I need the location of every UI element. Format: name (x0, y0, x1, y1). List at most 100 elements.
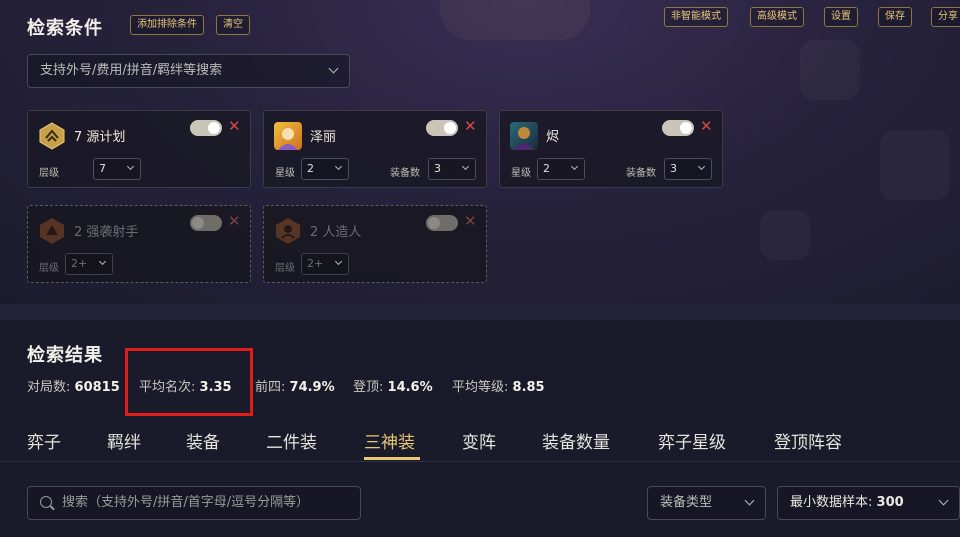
games-value: 60815 (74, 380, 120, 395)
top4-label: 前四: (255, 380, 286, 395)
tab-top-comps[interactable]: 登顶阵容 (774, 428, 842, 453)
condition-card-trait-cybernetic: 2 人造人 ✕ 层级 2+ (263, 205, 487, 283)
star-value: 2 (543, 162, 550, 175)
star-label: 星级 (511, 168, 531, 179)
advanced-mode-button[interactable]: 高级模式 (750, 7, 804, 27)
equip-count-value: 3 (670, 162, 677, 175)
top4-stat: 前四: 74.9% (255, 376, 335, 395)
save-button[interactable]: 保存 (878, 7, 912, 27)
tab-two-items[interactable]: 二件装 (266, 428, 317, 453)
equip-count-value: 3 (434, 162, 441, 175)
close-icon[interactable]: ✕ (464, 213, 477, 229)
level-label: 层级 (39, 168, 59, 179)
equip-type-select[interactable]: 装备类型 (647, 486, 766, 520)
tab-item-count[interactable]: 装备数量 (542, 428, 610, 453)
avg-level-value: 8.85 (512, 380, 545, 395)
close-icon[interactable]: ✕ (700, 118, 713, 134)
level-select[interactable]: 7 (93, 158, 141, 180)
clear-button[interactable]: 清空 (216, 15, 250, 35)
level-label: 层级 (275, 263, 295, 274)
tab-champions[interactable]: 弈子 (27, 428, 61, 453)
results-search-placeholder: 搜索（支持外号/拼音/首字母/逗号分隔等） (62, 495, 310, 510)
search-conditions-title: 检索条件 (27, 18, 103, 39)
top1-label: 登顶: (353, 380, 384, 395)
close-icon[interactable]: ✕ (228, 118, 241, 134)
chevron-down-icon (98, 257, 107, 266)
condition-search-select[interactable]: 支持外号/费用/拼音/羁绊等搜索 (27, 54, 350, 88)
non-smart-mode-button[interactable]: 非智能模式 (664, 7, 728, 27)
level-value: 2+ (307, 257, 324, 270)
search-results-title: 检索结果 (27, 345, 103, 366)
equip-count-label: 装备数 (390, 168, 420, 179)
chevron-down-icon (334, 162, 343, 171)
top4-value: 74.9% (289, 380, 335, 395)
top1-value: 14.6% (387, 380, 433, 395)
chevron-down-icon (126, 162, 135, 171)
star-select[interactable]: 2 (301, 158, 349, 180)
enable-toggle[interactable] (190, 120, 222, 136)
star-value: 2 (307, 162, 314, 175)
tab-champion-stars[interactable]: 弈子星级 (658, 428, 726, 453)
card-name: 2 人造人 (310, 225, 362, 240)
add-exclude-condition-button[interactable]: 添加排除条件 (130, 15, 204, 35)
enable-toggle[interactable] (190, 215, 222, 231)
card-name: 泽丽 (310, 130, 337, 145)
tab-formation[interactable]: 变阵 (462, 428, 496, 453)
condition-card-trait-project: 7 源计划 ✕ 层级 7 (27, 110, 251, 188)
min-sample-value: 300 (876, 495, 904, 510)
result-tabs: 弈子 羁绊 装备 二件装 三神装 变阵 装备数量 弈子星级 登顶阵容 (0, 428, 960, 462)
tab-items[interactable]: 装备 (186, 428, 220, 453)
background-decoration (880, 130, 950, 200)
enable-toggle[interactable] (662, 120, 694, 136)
avg-level-label: 平均等级: (452, 380, 509, 395)
champion-jhin-icon (510, 122, 538, 150)
chevron-down-icon (570, 162, 579, 171)
min-sample-label: 最小数据样本: (790, 495, 873, 510)
enable-toggle[interactable] (426, 120, 458, 136)
chevron-down-icon (938, 495, 949, 506)
card-name: 2 强袭射手 (74, 225, 139, 240)
card-name: 烬 (546, 130, 560, 145)
condition-card-jhin: 烬 ✕ 星级 2 装备数 3 (499, 110, 723, 188)
search-icon (40, 496, 52, 508)
highlight-box (125, 348, 253, 416)
level-select[interactable]: 2+ (301, 253, 349, 275)
card-name: 7 源计划 (74, 130, 126, 145)
equip-type-label: 装备类型 (660, 495, 713, 510)
section-divider (0, 304, 960, 320)
games-stat: 对局数: 60815 (27, 376, 120, 395)
results-search-input[interactable]: 搜索（支持外号/拼音/首字母/逗号分隔等） (27, 486, 361, 520)
equip-count-label: 装备数 (626, 168, 656, 179)
level-value: 7 (99, 162, 106, 175)
tab-three-items[interactable]: 三神装 (364, 428, 415, 453)
level-value: 2+ (71, 257, 88, 270)
tab-traits[interactable]: 羁绊 (107, 428, 141, 453)
condition-search-placeholder: 支持外号/费用/拼音/羁绊等搜索 (40, 63, 223, 78)
trait-project-icon (38, 122, 66, 150)
enable-toggle[interactable] (426, 215, 458, 231)
level-select[interactable]: 2+ (65, 253, 113, 275)
tabs-divider (0, 461, 960, 462)
avg-level-stat: 平均等级: 8.85 (452, 376, 545, 395)
champion-zeri-icon (274, 122, 302, 150)
close-icon[interactable]: ✕ (464, 118, 477, 134)
trait-cybernetic-icon (274, 217, 302, 245)
equip-count-select[interactable]: 3 (664, 158, 712, 180)
trait-sureshot-icon (38, 217, 66, 245)
close-icon[interactable]: ✕ (228, 213, 241, 229)
equip-count-select[interactable]: 3 (428, 158, 476, 180)
active-tab-indicator (364, 457, 420, 460)
share-button[interactable]: 分享 (931, 7, 960, 27)
chevron-down-icon (744, 495, 755, 506)
condition-card-zeri: 泽丽 ✕ 星级 2 装备数 3 (263, 110, 487, 188)
background-decoration (800, 40, 860, 100)
min-sample-select[interactable]: 最小数据样本: 300 (777, 486, 960, 520)
chevron-down-icon (461, 162, 470, 171)
star-label: 星级 (275, 168, 295, 179)
star-select[interactable]: 2 (537, 158, 585, 180)
settings-button[interactable]: 设置 (824, 7, 858, 27)
background-decoration (760, 210, 810, 260)
level-label: 层级 (39, 263, 59, 274)
chevron-down-icon (697, 162, 706, 171)
top1-stat: 登顶: 14.6% (353, 376, 433, 395)
